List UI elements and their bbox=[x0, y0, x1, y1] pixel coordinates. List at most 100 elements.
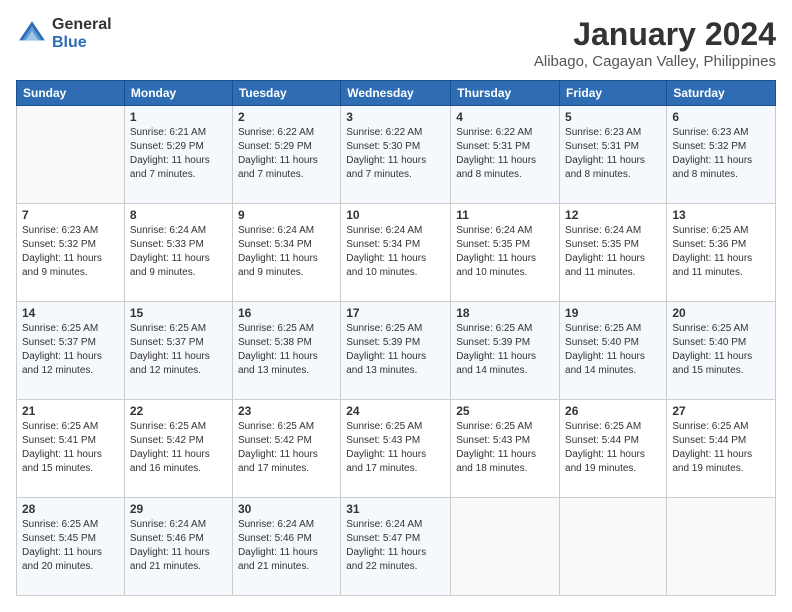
header: General Blue January 2024 Alibago, Cagay… bbox=[16, 16, 776, 70]
day-number: 19 bbox=[565, 306, 661, 320]
header-sunday: Sunday bbox=[17, 81, 125, 106]
day-info: Sunrise: 6:23 AMSunset: 5:32 PMDaylight:… bbox=[22, 224, 119, 280]
calendar-cell: 1Sunrise: 6:21 AMSunset: 5:29 PMDaylight… bbox=[124, 106, 232, 204]
calendar-cell: 25 Sunrise: 6:25 AMSunset: 5:43 PMDayligh… bbox=[451, 400, 560, 498]
day-info: Sunrise: 6:25 AMSunset: 5:42 PMDaylight:… bbox=[130, 420, 227, 476]
main-title: January 2024 bbox=[534, 16, 776, 53]
day-info: Sunrise: 6:24 AMSunset: 5:35 PMDaylight:… bbox=[456, 224, 554, 280]
day-number: 28 bbox=[22, 502, 119, 516]
subtitle: Alibago, Cagayan Valley, Philippines bbox=[534, 53, 776, 70]
day-info: Sunrise: 6:25 AMSunset: 5:39 PMDaylight:… bbox=[456, 322, 554, 378]
logo: General Blue bbox=[16, 16, 112, 51]
day-number: 27 bbox=[672, 404, 770, 418]
calendar-cell: 22 Sunrise: 6:25 AMSunset: 5:42 PMDayligh… bbox=[124, 400, 232, 498]
day-number: 13 bbox=[672, 208, 770, 222]
day-number: 15 bbox=[130, 306, 227, 320]
day-info: Sunrise: 6:25 AMSunset: 5:41 PMDaylight:… bbox=[22, 420, 119, 476]
calendar-cell: 27 Sunrise: 6:25 AMSunset: 5:44 PMDayligh… bbox=[667, 400, 776, 498]
day-number: 29 bbox=[130, 502, 227, 516]
header-wednesday: Wednesday bbox=[341, 81, 451, 106]
day-info: Sunrise: 6:25 AMSunset: 5:38 PMDaylight:… bbox=[238, 322, 335, 378]
day-info: Sunrise: 6:25 AMSunset: 5:44 PMDaylight:… bbox=[672, 420, 770, 476]
logo-text: General Blue bbox=[52, 16, 112, 51]
day-info: Sunrise: 6:22 AMSunset: 5:30 PMDaylight:… bbox=[346, 126, 445, 182]
header-saturday: Saturday bbox=[667, 81, 776, 106]
logo-blue-text: Blue bbox=[52, 34, 112, 52]
day-info: Sunrise: 6:24 AMSunset: 5:46 PMDaylight:… bbox=[238, 518, 335, 574]
day-info: Sunrise: 6:25 AMSunset: 5:37 PMDaylight:… bbox=[22, 322, 119, 378]
day-info: Sunrise: 6:25 AMSunset: 5:44 PMDaylight:… bbox=[565, 420, 661, 476]
header-tuesday: Tuesday bbox=[232, 81, 340, 106]
calendar-cell: 8 Sunrise: 6:24 AMSunset: 5:33 PMDaylight… bbox=[124, 204, 232, 302]
day-number: 1 bbox=[130, 110, 227, 124]
logo-icon bbox=[16, 18, 48, 50]
calendar-cell: 19Sunrise: 6:25 AMSunset: 5:40 PMDayligh… bbox=[560, 302, 667, 400]
calendar-cell: 26 Sunrise: 6:25 AMSunset: 5:44 PMDayligh… bbox=[560, 400, 667, 498]
calendar-cell: 15 Sunrise: 6:25 AMSunset: 5:37 PMDayligh… bbox=[124, 302, 232, 400]
day-number: 24 bbox=[346, 404, 445, 418]
day-info: Sunrise: 6:23 AMSunset: 5:31 PMDaylight:… bbox=[565, 126, 661, 182]
calendar-cell: 24 Sunrise: 6:25 AMSunset: 5:43 PMDayligh… bbox=[341, 400, 451, 498]
calendar-cell: 14Sunrise: 6:25 AMSunset: 5:37 PMDayligh… bbox=[17, 302, 125, 400]
header-monday: Monday bbox=[124, 81, 232, 106]
day-info: Sunrise: 6:25 AMSunset: 5:36 PMDaylight:… bbox=[672, 224, 770, 280]
day-number: 4 bbox=[456, 110, 554, 124]
day-number: 31 bbox=[346, 502, 445, 516]
day-info: Sunrise: 6:24 AMSunset: 5:47 PMDaylight:… bbox=[346, 518, 445, 574]
week-row-0: 1Sunrise: 6:21 AMSunset: 5:29 PMDaylight… bbox=[17, 106, 776, 204]
day-number: 22 bbox=[130, 404, 227, 418]
calendar-cell: 9 Sunrise: 6:24 AMSunset: 5:34 PMDaylight… bbox=[232, 204, 340, 302]
calendar-cell: 7 Sunrise: 6:23 AMSunset: 5:32 PMDaylight… bbox=[17, 204, 125, 302]
week-row-2: 14Sunrise: 6:25 AMSunset: 5:37 PMDayligh… bbox=[17, 302, 776, 400]
day-info: Sunrise: 6:22 AMSunset: 5:31 PMDaylight:… bbox=[456, 126, 554, 182]
calendar-cell: 17 Sunrise: 6:25 AMSunset: 5:39 PMDayligh… bbox=[341, 302, 451, 400]
calendar-cell: 20Sunrise: 6:25 AMSunset: 5:40 PMDayligh… bbox=[667, 302, 776, 400]
calendar-cell: 28 Sunrise: 6:25 AMSunset: 5:45 PMDayligh… bbox=[17, 498, 125, 596]
day-number: 26 bbox=[565, 404, 661, 418]
header-friday: Friday bbox=[560, 81, 667, 106]
day-number: 25 bbox=[456, 404, 554, 418]
calendar-cell: 31 Sunrise: 6:24 AMSunset: 5:47 PMDayligh… bbox=[341, 498, 451, 596]
calendar-cell: 21Sunrise: 6:25 AMSunset: 5:41 PMDayligh… bbox=[17, 400, 125, 498]
calendar-cell: 13 Sunrise: 6:25 AMSunset: 5:36 PMDayligh… bbox=[667, 204, 776, 302]
calendar-cell: 29 Sunrise: 6:24 AMSunset: 5:46 PMDayligh… bbox=[124, 498, 232, 596]
weekday-header-row: Sunday Monday Tuesday Wednesday Thursday… bbox=[17, 81, 776, 106]
calendar-cell: 5Sunrise: 6:23 AMSunset: 5:31 PMDaylight… bbox=[560, 106, 667, 204]
calendar-cell bbox=[560, 498, 667, 596]
calendar-cell: 2Sunrise: 6:22 AMSunset: 5:29 PMDaylight… bbox=[232, 106, 340, 204]
calendar-cell: 4 Sunrise: 6:22 AMSunset: 5:31 PMDaylight… bbox=[451, 106, 560, 204]
day-info: Sunrise: 6:25 AMSunset: 5:40 PMDaylight:… bbox=[672, 322, 770, 378]
day-info: Sunrise: 6:25 AMSunset: 5:43 PMDaylight:… bbox=[346, 420, 445, 476]
day-info: Sunrise: 6:25 AMSunset: 5:39 PMDaylight:… bbox=[346, 322, 445, 378]
day-info: Sunrise: 6:25 AMSunset: 5:42 PMDaylight:… bbox=[238, 420, 335, 476]
day-info: Sunrise: 6:24 AMSunset: 5:35 PMDaylight:… bbox=[565, 224, 661, 280]
day-number: 7 bbox=[22, 208, 119, 222]
day-number: 23 bbox=[238, 404, 335, 418]
day-number: 9 bbox=[238, 208, 335, 222]
calendar-cell bbox=[667, 498, 776, 596]
day-number: 12 bbox=[565, 208, 661, 222]
day-info: Sunrise: 6:25 AMSunset: 5:43 PMDaylight:… bbox=[456, 420, 554, 476]
calendar-cell bbox=[17, 106, 125, 204]
day-number: 30 bbox=[238, 502, 335, 516]
day-number: 3 bbox=[346, 110, 445, 124]
calendar-cell: 18Sunrise: 6:25 AMSunset: 5:39 PMDayligh… bbox=[451, 302, 560, 400]
calendar-cell: 12 Sunrise: 6:24 AMSunset: 5:35 PMDayligh… bbox=[560, 204, 667, 302]
day-number: 17 bbox=[346, 306, 445, 320]
logo-general-text: General bbox=[52, 16, 112, 34]
calendar-cell: 3 Sunrise: 6:22 AMSunset: 5:30 PMDaylight… bbox=[341, 106, 451, 204]
day-info: Sunrise: 6:25 AMSunset: 5:45 PMDaylight:… bbox=[22, 518, 119, 574]
day-number: 10 bbox=[346, 208, 445, 222]
day-info: Sunrise: 6:25 AMSunset: 5:37 PMDaylight:… bbox=[130, 322, 227, 378]
calendar-cell bbox=[451, 498, 560, 596]
week-row-4: 28 Sunrise: 6:25 AMSunset: 5:45 PMDayligh… bbox=[17, 498, 776, 596]
day-info: Sunrise: 6:24 AMSunset: 5:33 PMDaylight:… bbox=[130, 224, 227, 280]
week-row-1: 7 Sunrise: 6:23 AMSunset: 5:32 PMDaylight… bbox=[17, 204, 776, 302]
day-info: Sunrise: 6:24 AMSunset: 5:34 PMDaylight:… bbox=[238, 224, 335, 280]
day-info: Sunrise: 6:24 AMSunset: 5:46 PMDaylight:… bbox=[130, 518, 227, 574]
week-row-3: 21Sunrise: 6:25 AMSunset: 5:41 PMDayligh… bbox=[17, 400, 776, 498]
day-number: 16 bbox=[238, 306, 335, 320]
day-info: Sunrise: 6:23 AMSunset: 5:32 PMDaylight:… bbox=[672, 126, 770, 182]
day-number: 8 bbox=[130, 208, 227, 222]
calendar-cell: 23 Sunrise: 6:25 AMSunset: 5:42 PMDayligh… bbox=[232, 400, 340, 498]
